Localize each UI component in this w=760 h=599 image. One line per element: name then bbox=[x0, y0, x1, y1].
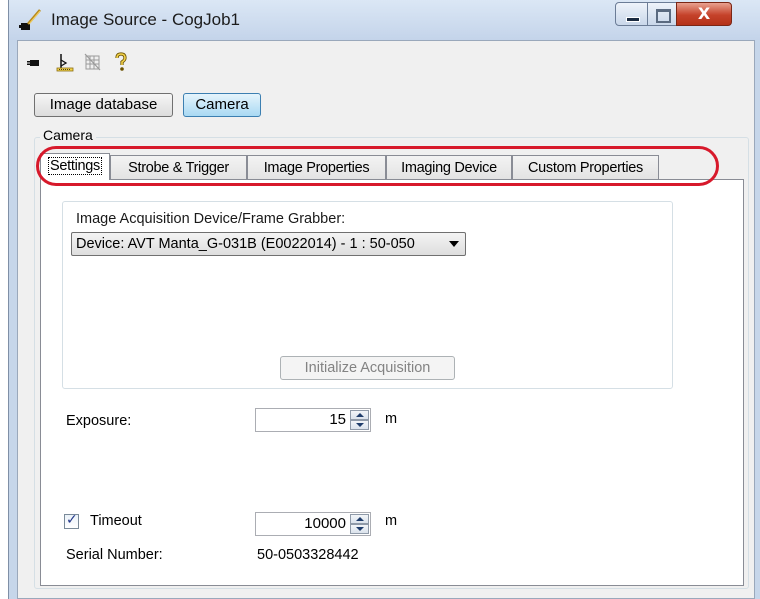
arrow-up-icon bbox=[356, 413, 364, 417]
exposure-unit: m bbox=[385, 411, 398, 427]
app-wand-icon bbox=[19, 9, 41, 30]
maximize-button[interactable] bbox=[647, 2, 677, 26]
timeout-decrement-button[interactable] bbox=[350, 524, 369, 534]
minimize-button[interactable] bbox=[615, 2, 648, 26]
arrow-down-icon bbox=[356, 423, 364, 427]
timeout-spinner[interactable]: 10000 bbox=[255, 512, 371, 536]
arrow-up-icon bbox=[356, 517, 364, 521]
camera-button[interactable]: Camera bbox=[183, 93, 261, 117]
exposure-spinner[interactable]: 15 bbox=[255, 408, 371, 432]
serial-number-value: 50-0503328442 bbox=[257, 547, 359, 563]
exposure-spin-buttons bbox=[350, 410, 369, 430]
timeout-unit: m bbox=[385, 513, 398, 529]
timeout-label: Timeout bbox=[90, 513, 142, 529]
device-dropdown-value: Device: AVT Manta_G-031B (E0022014) - 1 … bbox=[76, 236, 415, 252]
arrow-down-icon bbox=[356, 527, 364, 531]
grid-disabled-icon[interactable] bbox=[82, 51, 104, 73]
initialize-acquisition-button[interactable]: Initialize Acquisition bbox=[280, 356, 455, 380]
chevron-down-icon bbox=[449, 241, 459, 247]
device-group-label: Image Acquisition Device/Frame Grabber: bbox=[76, 211, 346, 227]
timeout-checkbox[interactable]: ✓ bbox=[64, 512, 79, 529]
device-dropdown[interactable]: Device: AVT Manta_G-031B (E0022014) - 1 … bbox=[71, 232, 466, 256]
image-file-icon[interactable] bbox=[54, 51, 76, 73]
close-icon: X bbox=[697, 4, 711, 23]
exposure-increment-button[interactable] bbox=[350, 410, 369, 420]
highlight-annotation-oval bbox=[36, 146, 719, 186]
checkmark-icon: ✓ bbox=[66, 512, 78, 528]
exposure-label: Exposure: bbox=[66, 413, 132, 429]
exposure-decrement-button[interactable] bbox=[350, 420, 369, 430]
camera-group-label: Camera bbox=[40, 127, 96, 143]
maximize-icon bbox=[656, 9, 671, 23]
timeout-spin-buttons bbox=[350, 514, 369, 534]
settings-tab-panel: Image Acquisition Device/Frame Grabber: … bbox=[40, 179, 744, 586]
exposure-value: 15 bbox=[329, 411, 346, 428]
camera-plug-icon[interactable] bbox=[26, 51, 48, 73]
timeout-increment-button[interactable] bbox=[350, 514, 369, 524]
minimize-icon bbox=[626, 17, 640, 22]
timeout-value: 10000 bbox=[304, 515, 346, 532]
close-button[interactable]: X bbox=[676, 2, 732, 26]
title-bar[interactable]: Image Source - CogJob1 X bbox=[9, 0, 760, 40]
window-title: Image Source - CogJob1 bbox=[51, 10, 240, 29]
help-icon[interactable] bbox=[110, 51, 132, 73]
image-source-window: Image Source - CogJob1 X Image database … bbox=[8, 0, 760, 599]
image-database-button[interactable]: Image database bbox=[34, 93, 173, 117]
serial-number-label: Serial Number: bbox=[66, 547, 163, 563]
client-area: Image database Camera Camera Settings St… bbox=[17, 40, 755, 599]
